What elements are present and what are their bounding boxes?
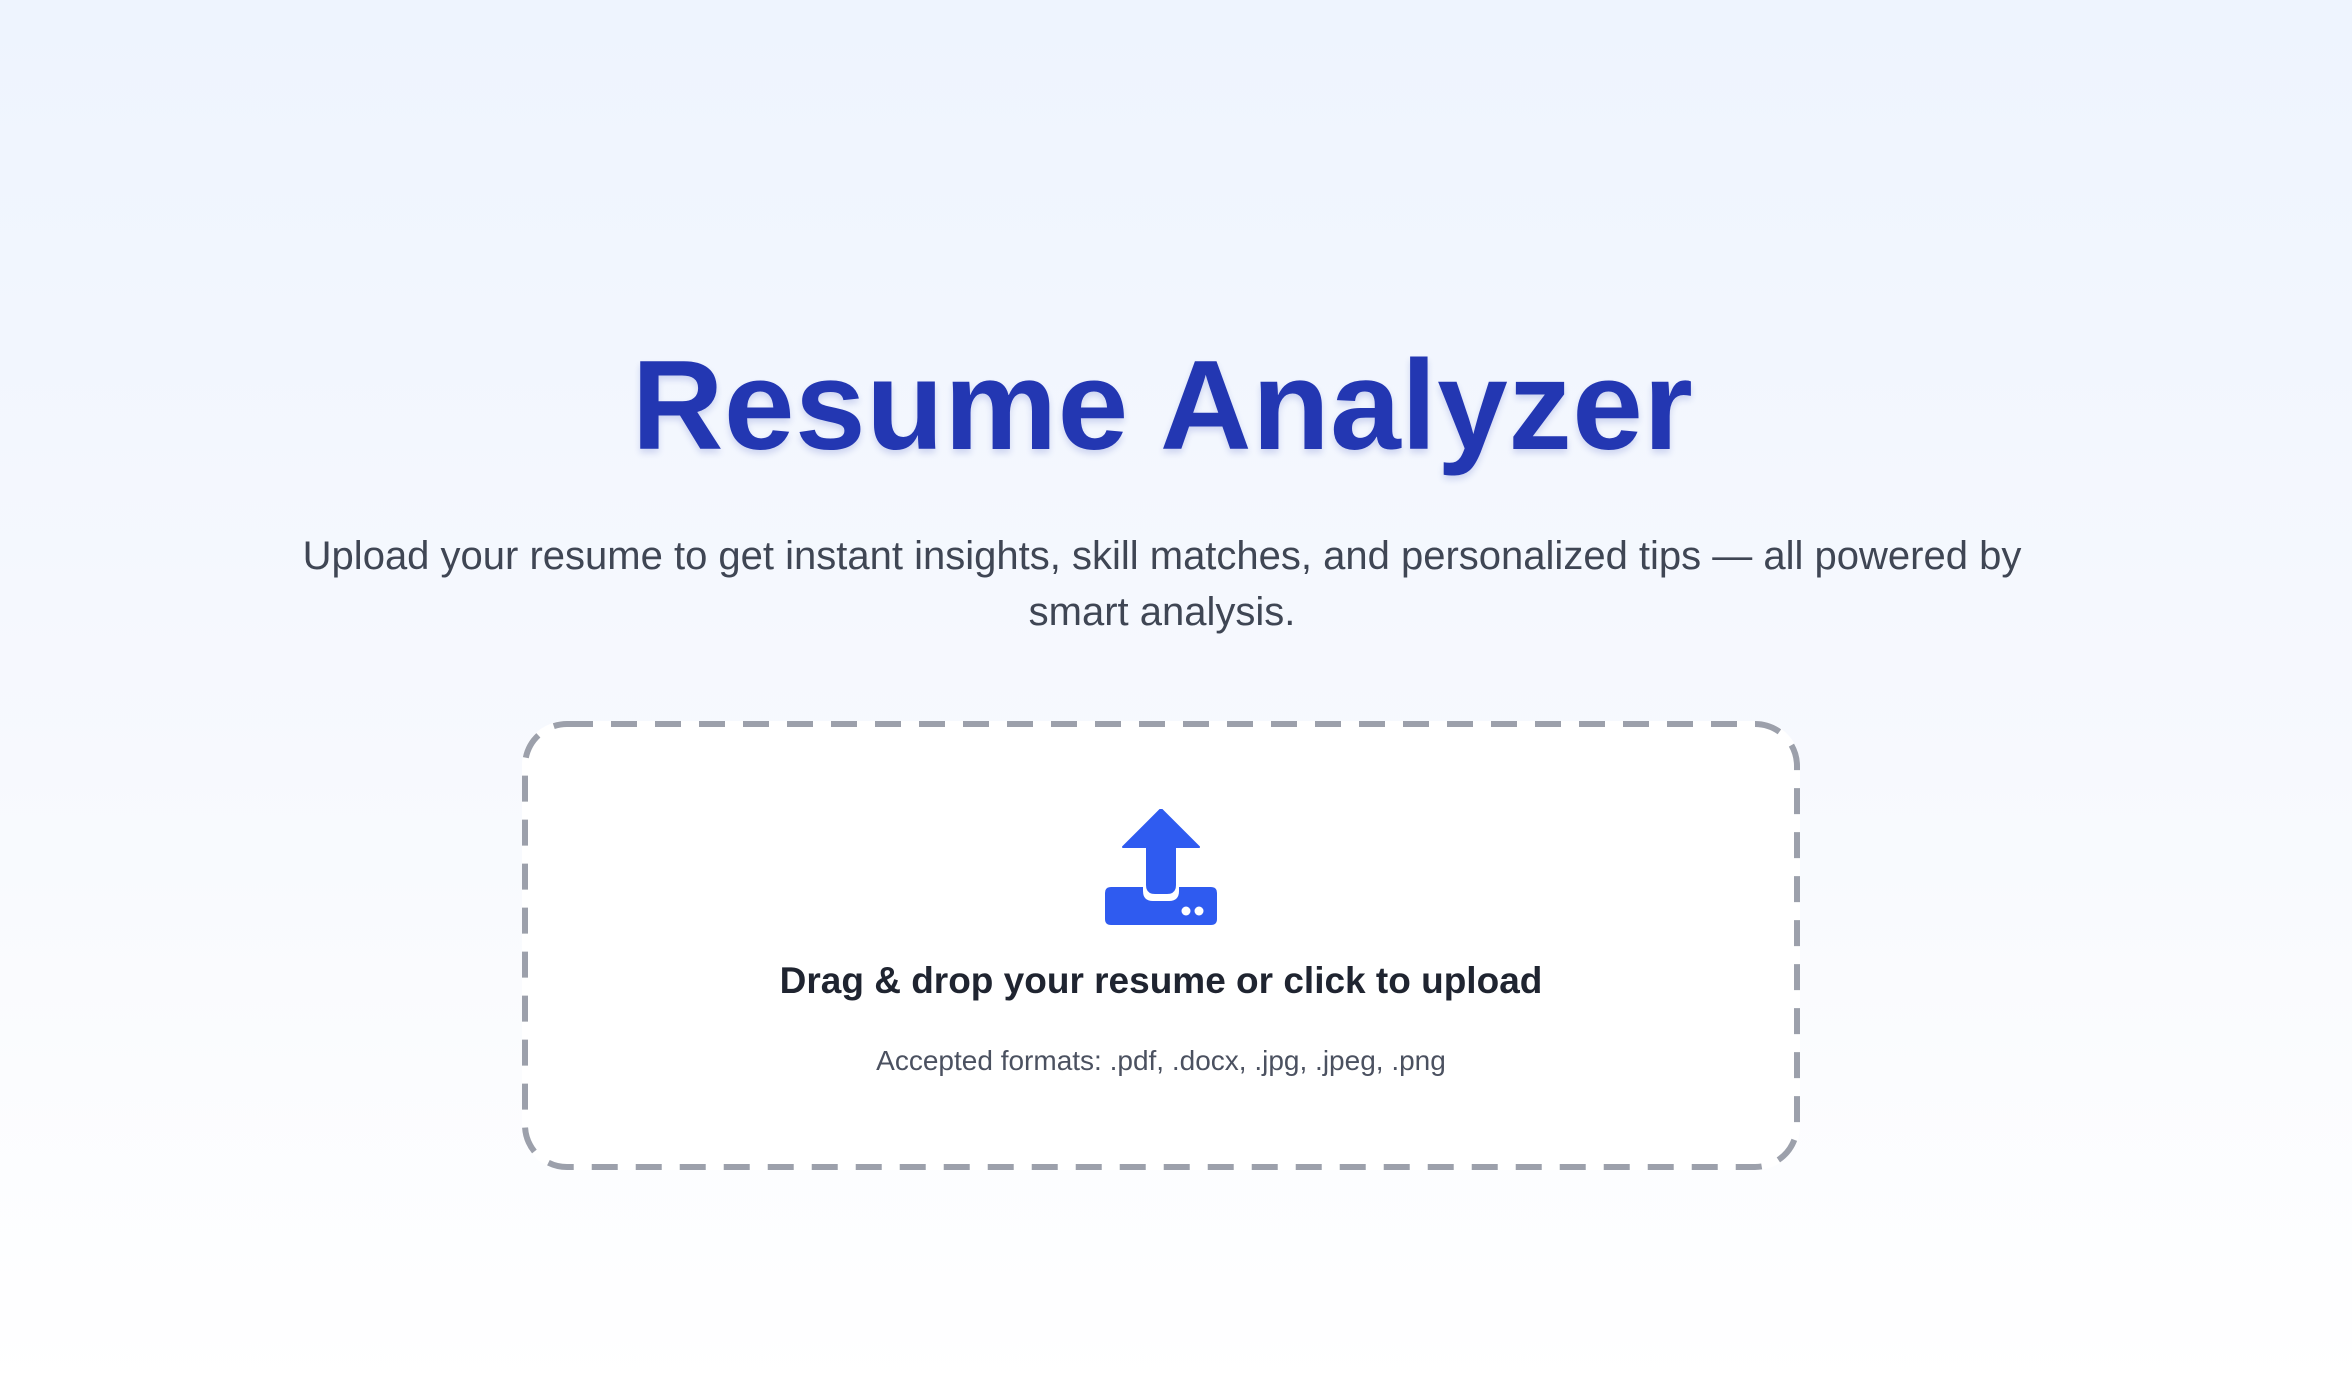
upload-tray-icon	[1105, 809, 1217, 925]
hero-section: Resume Analyzer Upload your resume to ge…	[0, 0, 2352, 1391]
dropzone-dashed-border	[522, 721, 1800, 1170]
page-title: Resume Analyzer	[631, 334, 1694, 476]
page-subtitle: Upload your resume to get instant insigh…	[302, 534, 2022, 634]
resume-dropzone[interactable]: Drag & drop your resume or click to uplo…	[522, 721, 1800, 1170]
accepted-formats-text: Accepted formats: .pdf, .docx, .jpg, .jp…	[876, 1045, 1446, 1076]
dropzone-prompt: Drag & drop your resume or click to uplo…	[779, 960, 1543, 1001]
